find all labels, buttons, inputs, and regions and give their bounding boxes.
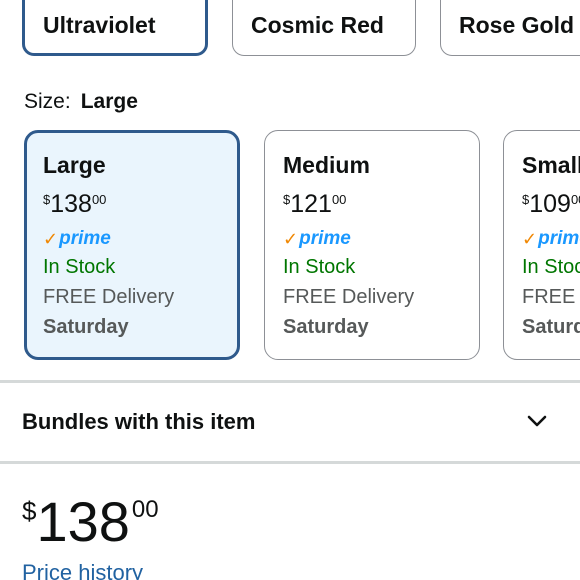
prime-badge: ✓ prime xyxy=(522,227,580,251)
price-fraction: 00 xyxy=(570,192,580,207)
color-option-ultraviolet[interactable]: Ultraviolet xyxy=(22,0,208,56)
delivery-day: Saturday xyxy=(522,316,580,338)
price-currency-symbol: $ xyxy=(283,192,291,207)
price-currency-symbol: $ xyxy=(22,496,37,526)
prime-badge: ✓ prime xyxy=(283,227,479,251)
price-currency-symbol: $ xyxy=(522,192,530,207)
prime-check-icon: ✓ xyxy=(43,228,59,249)
size-option-price: $ 138 00 xyxy=(43,189,237,221)
price-fraction: 00 xyxy=(331,192,347,207)
size-option-medium[interactable]: Medium $ 121 00 ✓ prime In Stock FREE De… xyxy=(264,130,480,360)
delivery-text: FREE Delivery xyxy=(43,286,175,308)
delivery-day: Saturday xyxy=(283,316,369,338)
price-whole: 138 xyxy=(36,490,130,553)
color-options: Ultraviolet Cosmic Red Rose Gold xyxy=(22,0,580,60)
bundles-accordion[interactable]: Bundles with this item xyxy=(0,384,580,460)
size-option-price: $ 121 00 xyxy=(283,189,479,221)
section-divider xyxy=(0,461,580,464)
price-whole: 138 xyxy=(50,190,92,218)
stock-status: In Stock xyxy=(522,256,580,278)
color-option-label: Ultraviolet xyxy=(43,11,156,38)
prime-check-icon: ✓ xyxy=(283,228,299,249)
size-selection-label: Size: Large xyxy=(24,90,138,114)
delivery-text: FREE Delivery xyxy=(522,286,580,308)
delivery-day: Saturday xyxy=(43,316,129,338)
prime-check-icon: ✓ xyxy=(522,228,538,249)
prime-text: prime xyxy=(299,228,351,249)
bundles-label: Bundles with this item xyxy=(22,409,256,434)
size-selected-value: Large xyxy=(80,90,138,113)
price-history-link[interactable]: Price history xyxy=(22,560,143,580)
price-whole: 121 xyxy=(290,190,332,218)
color-option-cosmic-red[interactable]: Cosmic Red xyxy=(232,0,416,56)
stock-status: In Stock xyxy=(43,256,116,278)
size-option-name: Medium xyxy=(283,152,370,178)
stock-status: In Stock xyxy=(283,256,356,278)
price-fraction: 00 xyxy=(131,496,159,523)
price-fraction: 00 xyxy=(91,192,107,207)
size-option-price: $ 109 00 xyxy=(522,189,580,221)
price-whole: 109 xyxy=(529,190,571,218)
color-option-label: Rose Gold xyxy=(459,11,575,38)
product-options-page: Ultraviolet Cosmic Red Rose Gold Size: La… xyxy=(0,0,580,580)
color-option-label: Cosmic Red xyxy=(251,11,384,38)
section-divider xyxy=(0,380,580,383)
size-option-name: Large xyxy=(43,152,106,178)
size-option-name: Small xyxy=(522,152,580,178)
prime-badge: ✓ prime xyxy=(43,227,237,251)
size-option-small[interactable]: Small $ 109 00 ✓ prime In Stock FREE Del… xyxy=(503,130,580,360)
prime-text: prime xyxy=(59,228,111,249)
size-options: Large $ 138 00 ✓ prime In Stock FREE Del… xyxy=(24,130,580,362)
main-price: $ 138 00 xyxy=(22,490,159,554)
color-option-rose-gold[interactable]: Rose Gold xyxy=(440,0,580,56)
size-option-large[interactable]: Large $ 138 00 ✓ prime In Stock FREE Del… xyxy=(24,130,240,360)
prime-text: prime xyxy=(538,228,580,249)
price-currency-symbol: $ xyxy=(43,192,51,207)
size-label-text: Size: xyxy=(24,90,71,113)
delivery-text: FREE Delivery xyxy=(283,286,415,308)
chevron-down-icon xyxy=(527,415,547,427)
